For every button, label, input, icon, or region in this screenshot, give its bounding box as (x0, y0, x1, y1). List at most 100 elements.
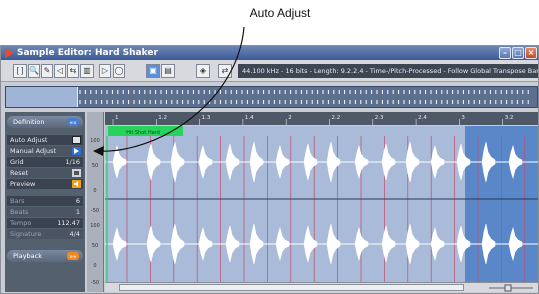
grid-row[interactable]: Grid 1/16 (7, 157, 83, 167)
waveform-hit (303, 225, 318, 263)
beats-label: Beats (10, 208, 29, 216)
manual-adjust-label: Manual Adjust (10, 147, 57, 155)
waveform-hit (146, 143, 161, 181)
grid-value[interactable]: 1/16 (65, 157, 80, 167)
beats-row[interactable]: Beats 1 (7, 207, 83, 217)
collapse-icon: «« (67, 118, 79, 126)
waveform-hit (112, 144, 127, 180)
play-tool-icon[interactable]: ◁ (54, 64, 66, 78)
waveform-hit (381, 143, 396, 181)
waveform-hit (198, 144, 213, 180)
waveform-hit (198, 226, 213, 262)
tempo-value[interactable]: 112.47 (57, 218, 80, 228)
horizontal-scrollbar[interactable] (105, 282, 538, 292)
manual-adjust-icon[interactable] (72, 147, 81, 155)
zoom-tool-icon[interactable]: 🔍 (28, 64, 40, 78)
signature-value[interactable]: 4/4 (70, 229, 80, 239)
autoscroll-icon[interactable]: ⇄ (218, 64, 232, 78)
waveform-hit (326, 223, 341, 265)
preview-row[interactable]: Preview (7, 179, 83, 189)
snap-icon[interactable]: ◈ (196, 64, 210, 78)
waveform-hit (170, 223, 185, 265)
waveform-hit (112, 226, 127, 262)
preview-label: Preview (10, 180, 36, 188)
ruler-label: 2.2 (332, 115, 341, 121)
scrollbar-thumb[interactable] (119, 284, 464, 291)
info-line: 44.100 kHz - 16 bits - Length: 9.2.2.4 -… (238, 64, 538, 78)
speaker-icon[interactable] (72, 180, 81, 188)
screenshot-stage: Auto Adjust Sample Editor: Hard Shaker –… (0, 0, 539, 294)
waveform-hit (275, 226, 290, 262)
definition-label: Definition (13, 118, 45, 126)
maximize-button[interactable]: □ (512, 47, 524, 59)
ruler-marks: 1 1.2 1.3 1.4 2 2.2 2.3 2.4 3 3.2 (112, 115, 514, 125)
level-label: -50 (91, 280, 99, 286)
waveform-hit (354, 226, 369, 262)
auto-adjust-button[interactable] (72, 136, 81, 144)
grid-label: Grid (10, 158, 24, 166)
ruler-label: 1.4 (245, 115, 254, 121)
waveform-hit (275, 144, 290, 180)
definition-inspector: Definition «« Auto Adjust Manual Adjust … (5, 112, 85, 292)
ruler-label: 3.2 (505, 115, 514, 121)
waveform-display[interactable]: Hit Shot Hard (105, 126, 538, 292)
reset-row[interactable]: Reset (7, 168, 83, 178)
ruler-label: 1.3 (202, 115, 211, 121)
tempo-row[interactable]: Tempo 112.47 (7, 218, 83, 228)
level-ruler: 100 50 0 -50 100 50 0 -50 (87, 112, 104, 292)
overview-line[interactable] (5, 86, 538, 108)
level-label: 0 (93, 188, 96, 194)
manual-adjust-row[interactable]: Manual Adjust (7, 146, 83, 156)
ruler-label: 1 (115, 115, 119, 121)
waveform-hit (225, 225, 240, 263)
overview-waveform (79, 90, 529, 104)
bars-row[interactable]: Bars 6 (7, 196, 83, 206)
show-regions-icon[interactable]: ▣ (146, 64, 160, 78)
minimize-button[interactable]: – (499, 47, 511, 59)
waveform-hit (249, 141, 264, 183)
waveform-hit (303, 143, 318, 181)
waveform-hit (225, 143, 240, 181)
ruler-label: 2.4 (418, 115, 427, 121)
show-audio-event-icon[interactable]: ▤ (161, 64, 175, 78)
signature-row[interactable]: Signature 4/4 (7, 229, 83, 239)
reset-icon[interactable] (72, 169, 81, 177)
region-label: Hit Shot Hard (126, 130, 160, 136)
zoom-slider-icon[interactable] (485, 284, 537, 292)
definition-header[interactable]: Definition «« (7, 116, 83, 128)
waveform-hit (146, 225, 161, 263)
auto-adjust-row[interactable]: Auto Adjust (7, 135, 83, 145)
svg-text:»»: »» (69, 254, 77, 261)
title-bar[interactable]: Sample Editor: Hard Shaker – □ × (1, 46, 538, 60)
level-label: 100 (90, 138, 100, 144)
level-label: 100 (90, 223, 100, 229)
waveform-hit (430, 144, 445, 180)
tempo-label: Tempo (10, 219, 32, 227)
close-button[interactable]: × (525, 47, 537, 59)
loop-button-icon[interactable]: ◯ (113, 64, 125, 78)
beats-value[interactable]: 1 (76, 207, 80, 217)
auto-adjust-callout: Auto Adjust (249, 6, 311, 20)
waveform-hit (170, 141, 185, 183)
svg-text:««: «« (69, 120, 77, 127)
playback-label: Playback (13, 252, 43, 260)
playback-toggle-icon[interactable]: »» (67, 252, 79, 260)
play-button-icon[interactable]: ▷ (99, 64, 111, 78)
range-select-tool-icon[interactable]: [ ] (13, 64, 27, 78)
level-label: 50 (92, 243, 98, 249)
hitpoint-tool-icon[interactable]: ▥ (80, 64, 94, 78)
scrub-tool-icon[interactable]: ⇆ (67, 64, 79, 78)
level-label: -50 (91, 208, 99, 214)
draw-tool-icon[interactable]: ✎ (41, 64, 53, 78)
level-ruler-labels: 100 50 0 -50 100 50 0 -50 (90, 138, 100, 286)
level-label: 50 (92, 163, 98, 169)
waveform-hit (354, 144, 369, 180)
toolbar: [ ] 🔍 ✎ ◁ ⇆ ▥ ▷ ◯ ▣ ▤ ◈ ⇄ 44.100 kHz - 1… (1, 60, 538, 82)
playback-header[interactable]: Playback »» (7, 250, 83, 262)
timeline-ruler[interactable]: 1 1.2 1.3 1.4 2 2.2 2.3 2.4 3 3.2 (105, 112, 538, 125)
level-label: 0 (93, 263, 96, 269)
bars-value[interactable]: 6 (76, 196, 80, 206)
cubase-logo-icon (5, 48, 14, 58)
reset-label: Reset (10, 169, 29, 177)
ruler-label: 2.3 (375, 115, 384, 121)
